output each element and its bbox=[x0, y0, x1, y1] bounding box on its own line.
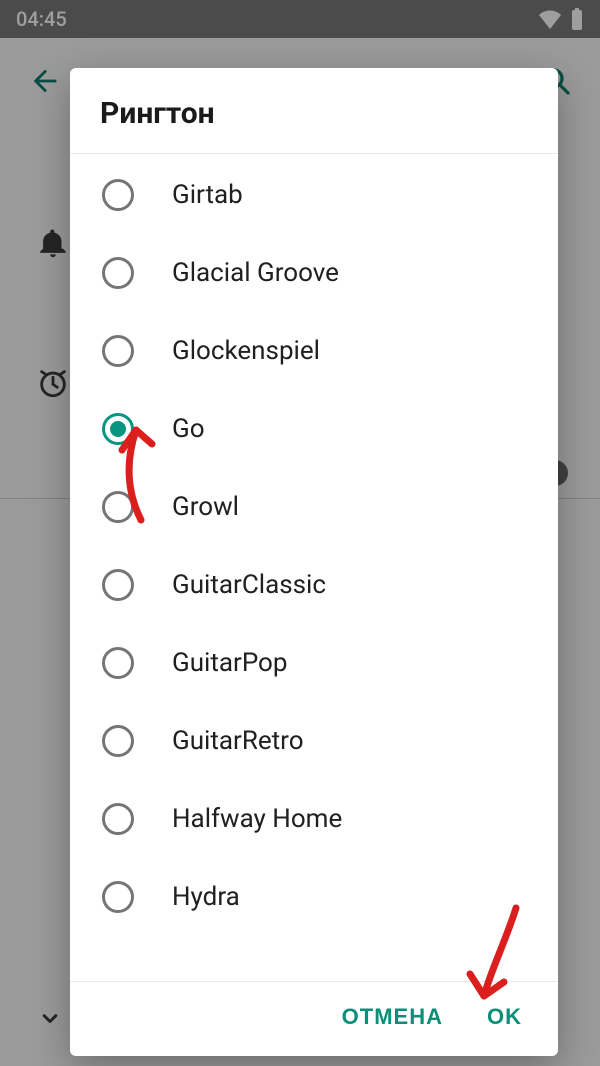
radio-icon[interactable] bbox=[102, 335, 134, 367]
ringtone-label: Hydra bbox=[172, 882, 240, 912]
ringtone-row[interactable]: Growl bbox=[70, 468, 558, 546]
ringtone-label: GuitarPop bbox=[172, 648, 288, 678]
radio-icon[interactable] bbox=[102, 179, 134, 211]
ringtone-row[interactable]: Glacial Groove bbox=[70, 234, 558, 312]
ringtone-row[interactable]: Glockenspiel bbox=[70, 312, 558, 390]
radio-icon[interactable] bbox=[102, 413, 134, 445]
ringtone-row[interactable]: Go bbox=[70, 390, 558, 468]
radio-icon[interactable] bbox=[102, 803, 134, 835]
ringtone-row[interactable]: GuitarClassic bbox=[70, 546, 558, 624]
dialog-actions: ОТМЕНА OK bbox=[70, 981, 558, 1056]
ringtone-label: Halfway Home bbox=[172, 804, 342, 834]
radio-icon[interactable] bbox=[102, 725, 134, 757]
ringtone-dialog: Рингтон Girtab Glacial Groove Glockenspiel… bbox=[70, 68, 558, 1056]
ringtone-list[interactable]: Girtab Glacial Groove Glockenspiel Go Growl G… bbox=[70, 154, 558, 981]
ringtone-row[interactable]: Halfway Home bbox=[70, 780, 558, 858]
radio-icon[interactable] bbox=[102, 257, 134, 289]
cancel-button[interactable]: ОТМЕНА bbox=[342, 1004, 443, 1030]
radio-icon[interactable] bbox=[102, 881, 134, 913]
ringtone-label: Go bbox=[172, 414, 205, 444]
radio-icon[interactable] bbox=[102, 647, 134, 679]
ringtone-row[interactable]: GuitarPop bbox=[70, 624, 558, 702]
ringtone-row[interactable]: Girtab bbox=[70, 156, 558, 234]
ringtone-label: GuitarClassic bbox=[172, 570, 326, 600]
ringtone-row[interactable]: Hydra bbox=[70, 858, 558, 936]
ringtone-label: Glacial Groove bbox=[172, 258, 339, 288]
radio-icon[interactable] bbox=[102, 491, 134, 523]
ok-button[interactable]: OK bbox=[487, 1004, 522, 1030]
ringtone-label: GuitarRetro bbox=[172, 726, 304, 756]
ringtone-label: Glockenspiel bbox=[172, 336, 320, 366]
radio-icon[interactable] bbox=[102, 569, 134, 601]
screen: 04:45 Звук будильник bbox=[0, 0, 600, 1066]
ringtone-row[interactable]: GuitarRetro bbox=[70, 702, 558, 780]
ringtone-label: Girtab bbox=[172, 180, 243, 210]
dialog-title: Рингтон bbox=[70, 68, 558, 154]
ringtone-label: Growl bbox=[172, 492, 239, 522]
